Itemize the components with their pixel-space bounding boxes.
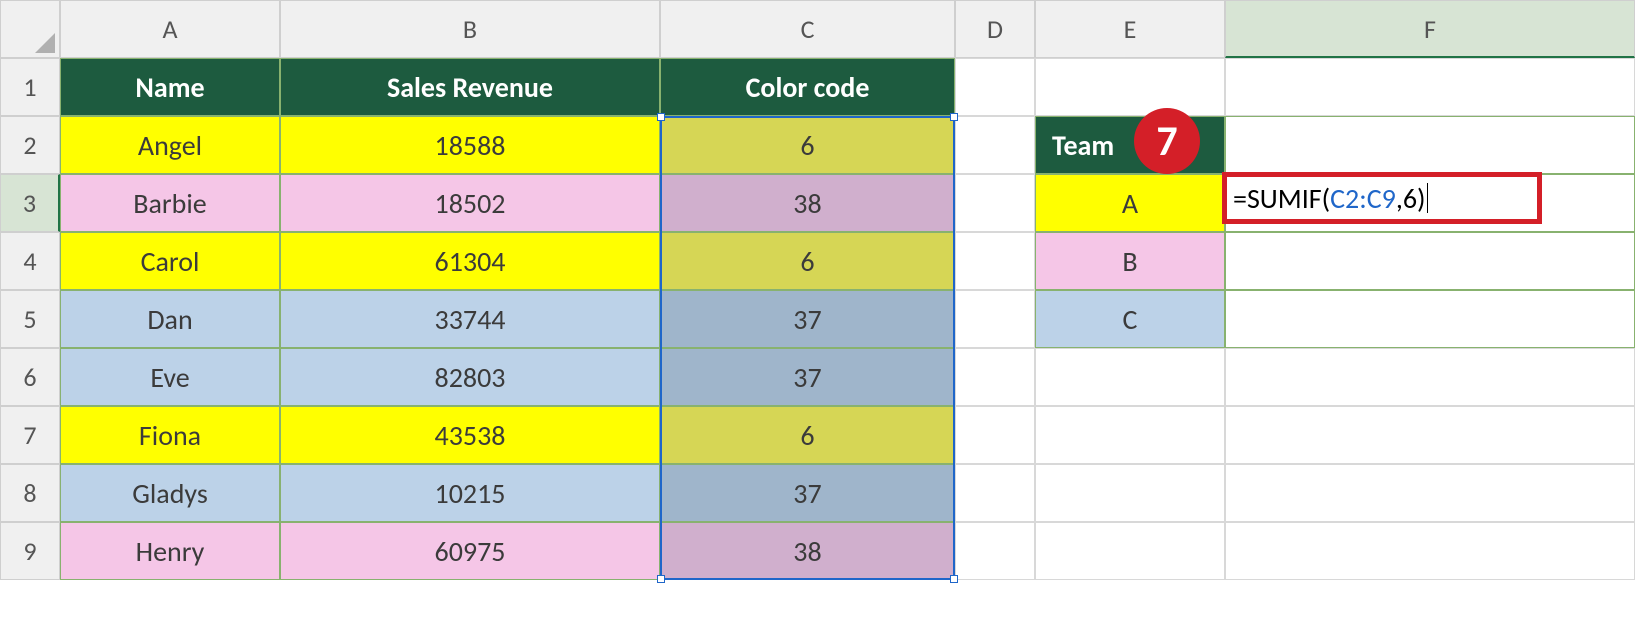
col-header-F[interactable]: F [1225, 0, 1635, 58]
cell-F8[interactable] [1225, 464, 1635, 522]
formula-text-ref: C2:C9 [1330, 181, 1396, 216]
cell-A6[interactable]: Eve [60, 348, 280, 406]
cell-B3[interactable]: 18502 [280, 174, 660, 232]
cell-C5[interactable]: 37 [660, 290, 955, 348]
cell-E6[interactable] [1035, 348, 1225, 406]
cell-B4[interactable]: 61304 [280, 232, 660, 290]
cell-D6[interactable] [955, 348, 1035, 406]
cell-C2[interactable]: 6 [660, 116, 955, 174]
row-header-5[interactable]: 5 [0, 290, 60, 348]
cell-D1[interactable] [955, 58, 1035, 116]
row-header-4[interactable]: 4 [0, 232, 60, 290]
cell-D2[interactable] [955, 116, 1035, 174]
col-header-E[interactable]: E [1035, 0, 1225, 58]
col-header-C[interactable]: C [660, 0, 955, 58]
col-header-D[interactable]: D [955, 0, 1035, 58]
cell-E4[interactable]: B [1035, 232, 1225, 290]
formula-text-prefix: =SUMIF( [1233, 181, 1330, 216]
cell-D9[interactable] [955, 522, 1035, 580]
row-header-7[interactable]: 7 [0, 406, 60, 464]
cell-B7[interactable]: 43538 [280, 406, 660, 464]
cell-E3[interactable]: A [1035, 174, 1225, 232]
cell-A8[interactable]: Gladys [60, 464, 280, 522]
row-header-2[interactable]: 2 [0, 116, 60, 174]
cell-C3[interactable]: 38 [660, 174, 955, 232]
cell-C4[interactable]: 6 [660, 232, 955, 290]
cell-F4[interactable] [1225, 232, 1635, 290]
cell-F7[interactable] [1225, 406, 1635, 464]
cell-C7[interactable]: 6 [660, 406, 955, 464]
cell-E1[interactable] [1035, 58, 1225, 116]
cell-D4[interactable] [955, 232, 1035, 290]
cell-A1[interactable]: Name [60, 58, 280, 116]
cell-B8[interactable]: 10215 [280, 464, 660, 522]
cell-B9[interactable]: 60975 [280, 522, 660, 580]
step-callout: 7 [1134, 108, 1200, 174]
cell-E8[interactable] [1035, 464, 1225, 522]
cell-C8[interactable]: 37 [660, 464, 955, 522]
cell-D8[interactable] [955, 464, 1035, 522]
cell-B2[interactable]: 18588 [280, 116, 660, 174]
cell-A7[interactable]: Fiona [60, 406, 280, 464]
row-header-6[interactable]: 6 [0, 348, 60, 406]
cell-C9[interactable]: 38 [660, 522, 955, 580]
row-header-8[interactable]: 8 [0, 464, 60, 522]
cell-F2[interactable] [1225, 116, 1635, 174]
row-header-1[interactable]: 1 [0, 58, 60, 116]
cell-A2[interactable]: Angel [60, 116, 280, 174]
cell-B6[interactable]: 82803 [280, 348, 660, 406]
cell-E5[interactable]: C [1035, 290, 1225, 348]
col-header-B[interactable]: B [280, 0, 660, 58]
cell-C1[interactable]: Color code [660, 58, 955, 116]
cell-F9[interactable] [1225, 522, 1635, 580]
row-header-9[interactable]: 9 [0, 522, 60, 580]
cell-E9[interactable] [1035, 522, 1225, 580]
cell-D5[interactable] [955, 290, 1035, 348]
cell-D3[interactable] [955, 174, 1035, 232]
cell-F6[interactable] [1225, 348, 1635, 406]
cell-B5[interactable]: 33744 [280, 290, 660, 348]
cell-B1[interactable]: Sales Revenue [280, 58, 660, 116]
cell-A9[interactable]: Henry [60, 522, 280, 580]
cell-F1[interactable] [1225, 58, 1635, 116]
formula-edit-box[interactable]: =SUMIF(C2:C9,6) [1222, 172, 1542, 224]
formula-text-suffix: ,6) [1396, 181, 1426, 216]
col-header-A[interactable]: A [60, 0, 280, 58]
text-cursor [1427, 183, 1428, 213]
select-all-corner[interactable] [0, 0, 60, 58]
cell-D7[interactable] [955, 406, 1035, 464]
cell-C6[interactable]: 37 [660, 348, 955, 406]
cell-A3[interactable]: Barbie [60, 174, 280, 232]
cell-A4[interactable]: Carol [60, 232, 280, 290]
cell-A5[interactable]: Dan [60, 290, 280, 348]
row-header-3[interactable]: 3 [0, 174, 60, 232]
cell-F5[interactable] [1225, 290, 1635, 348]
cell-E7[interactable] [1035, 406, 1225, 464]
